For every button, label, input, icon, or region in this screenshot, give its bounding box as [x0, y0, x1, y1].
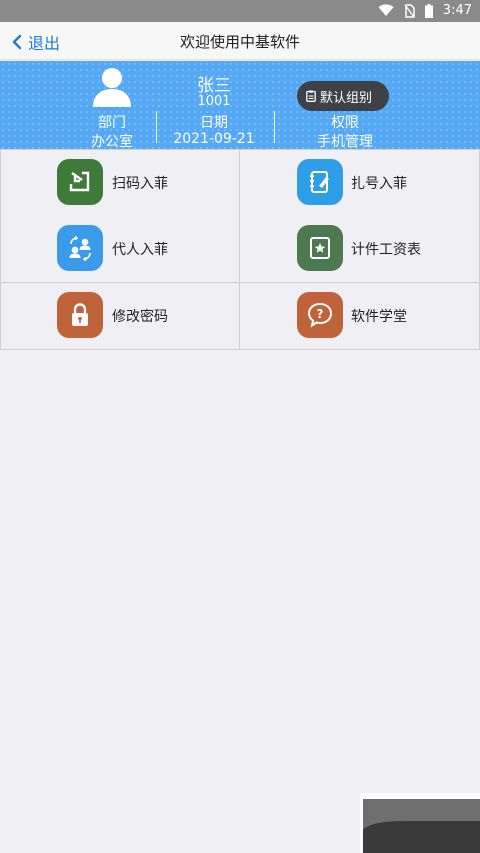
- floating-thumbnail: [360, 793, 480, 853]
- thumbnail-shadow: [363, 821, 480, 853]
- divider: [156, 111, 157, 143]
- dept-label: 部门: [98, 115, 126, 131]
- status-icons: 3:47: [378, 3, 472, 18]
- lock-icon: [57, 292, 103, 338]
- clock: 3:47: [442, 3, 472, 18]
- menu-item-software-academy[interactable]: ? 软件学堂: [240, 283, 480, 349]
- menu-label: 修改密码: [112, 309, 168, 325]
- date-value: 2021-09-21: [173, 131, 255, 147]
- question-bubble-icon: ?: [297, 292, 343, 338]
- menu-item-bundle-import[interactable]: 扎号入菲: [240, 150, 480, 216]
- menu-grid: 扫码入菲 扎号入菲 代人入菲 计件工资表 修改密码 ? 软件学堂: [0, 149, 480, 350]
- status-bar: 3:47: [0, 0, 480, 22]
- date-label: 日期: [200, 115, 228, 131]
- menu-label: 扫码入菲: [112, 176, 168, 192]
- avatar: [93, 68, 131, 107]
- menu-label: 软件学堂: [351, 309, 407, 325]
- divider: [274, 111, 275, 143]
- menu-item-change-password[interactable]: 修改密码: [0, 283, 240, 349]
- menu-row: 扫码入菲 扎号入菲: [0, 149, 480, 216]
- svg-text:?: ?: [317, 307, 324, 321]
- people-exchange-icon: [57, 225, 103, 271]
- menu-item-proxy-import[interactable]: 代人入菲: [0, 216, 240, 282]
- menu-item-piecework-wages[interactable]: 计件工资表: [240, 216, 480, 282]
- user-id: 1001: [197, 94, 231, 109]
- battery-icon: [424, 3, 433, 18]
- page-title: 欢迎使用中基软件: [179, 33, 300, 51]
- clipboard-icon: [306, 90, 316, 102]
- menu-row: 代人入菲 计件工资表: [0, 216, 480, 283]
- nav-bar: 退出 欢迎使用中基软件: [0, 22, 480, 60]
- no-sim-icon: [404, 3, 415, 18]
- default-group-label: 默认组别: [320, 90, 373, 106]
- menu-label: 计件工资表: [351, 242, 421, 258]
- menu-label: 扎号入菲: [351, 176, 407, 192]
- menu-row: 修改密码 ? 软件学堂: [0, 283, 480, 350]
- notebook-icon: [297, 159, 343, 205]
- permission-label: 权限: [331, 115, 359, 131]
- star-badge-icon: [297, 225, 343, 271]
- profile-header: 张三 1001 部门 办公室 日期 2021-09-21 权限 手机管理: [0, 61, 480, 150]
- dept-value: 办公室: [91, 134, 133, 150]
- permission-value: 手机管理: [317, 134, 373, 150]
- menu-item-scan-import[interactable]: 扫码入菲: [0, 150, 240, 216]
- wifi-icon: [378, 4, 394, 16]
- menu-label: 代人入菲: [112, 242, 168, 258]
- user-name: 张三: [197, 76, 231, 96]
- default-group-button[interactable]: 默认组别: [297, 81, 389, 111]
- scan-import-icon: [57, 159, 103, 205]
